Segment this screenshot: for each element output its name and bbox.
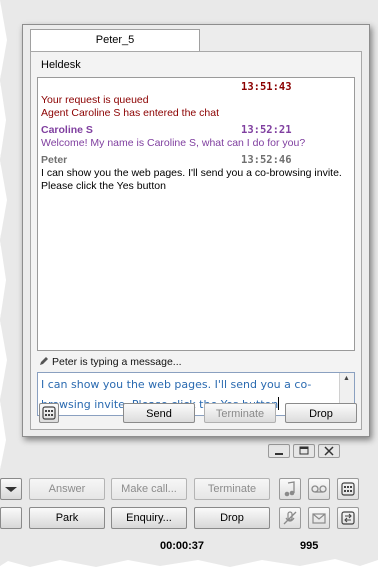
make-call-button[interactable]: Make call... — [111, 478, 187, 500]
minimize-button[interactable] — [268, 444, 290, 458]
message-sender: Caroline S — [41, 124, 93, 136]
scroll-up-icon[interactable]: ▲ — [343, 375, 350, 382]
send-button[interactable]: Send — [123, 403, 195, 423]
message-time: 13:51:43 — [241, 81, 292, 93]
chat-transcript: 13:51:43 Your request is queued Agent Ca… — [37, 77, 355, 351]
message-sender: Peter — [41, 154, 68, 166]
restore-icon — [299, 446, 309, 455]
keypad-phone-button[interactable] — [337, 478, 359, 500]
restore-button[interactable] — [293, 444, 315, 458]
typing-status-text: Peter is typing a message... — [52, 356, 182, 368]
enquiry-button[interactable]: Enquiry... — [111, 507, 187, 529]
chat-panel: Heldesk 13:51:43 Your request is queued … — [30, 51, 362, 430]
music-button[interactable] — [279, 478, 301, 500]
park-button[interactable]: Park — [29, 507, 105, 529]
answer-button[interactable]: Answer — [29, 478, 105, 500]
department-label: Heldesk — [41, 59, 81, 71]
message-line: I can show you the web pages. I'll send … — [41, 167, 342, 179]
voicemail-button[interactable] — [308, 478, 330, 500]
call-timer: 00:00:37 — [160, 540, 205, 552]
terminate-call-button[interactable]: Terminate — [194, 478, 270, 500]
keypad-icon — [42, 406, 56, 420]
message-time: 13:52:21 — [241, 124, 292, 136]
chevron-down-icon — [5, 487, 17, 492]
voicemail-icon — [311, 485, 327, 493]
mute-button[interactable] — [279, 507, 301, 529]
chat-window: Peter_5 Heldesk 13:51:43 Your request is… — [22, 24, 370, 437]
drop-chat-button[interactable]: Drop — [285, 403, 357, 423]
close-icon — [324, 446, 334, 456]
message-time: 13:52:46 — [241, 154, 292, 166]
message-line: Your request is queued — [41, 94, 149, 106]
typing-indicator: Peter is typing a message... — [39, 356, 182, 368]
envelope-icon — [312, 513, 326, 524]
message-line: Please click the Yes button — [41, 180, 166, 192]
tab-peter[interactable]: Peter_5 — [30, 29, 200, 51]
transfer-button[interactable] — [337, 507, 359, 529]
pencil-icon — [40, 357, 48, 365]
message-line: Welcome! My name is Caroline S, what can… — [41, 137, 306, 149]
drop-call-button[interactable]: Drop — [194, 507, 270, 529]
transfer-icon — [341, 511, 355, 525]
email-button[interactable] — [308, 507, 330, 529]
row2-left-button[interactable] — [0, 507, 22, 529]
keypad-phone-icon — [341, 482, 355, 496]
dropdown-arrow-button[interactable] — [0, 478, 22, 500]
message-line: Agent Caroline S has entered the chat — [41, 107, 220, 119]
extension-number: 995 — [300, 540, 319, 552]
minimize-icon — [275, 453, 283, 455]
close-button[interactable] — [318, 444, 340, 458]
keypad-button[interactable] — [39, 403, 59, 423]
terminate-chat-button[interactable]: Terminate — [204, 403, 276, 423]
music-note-icon — [284, 481, 295, 497]
no-microphone-icon — [283, 511, 297, 525]
